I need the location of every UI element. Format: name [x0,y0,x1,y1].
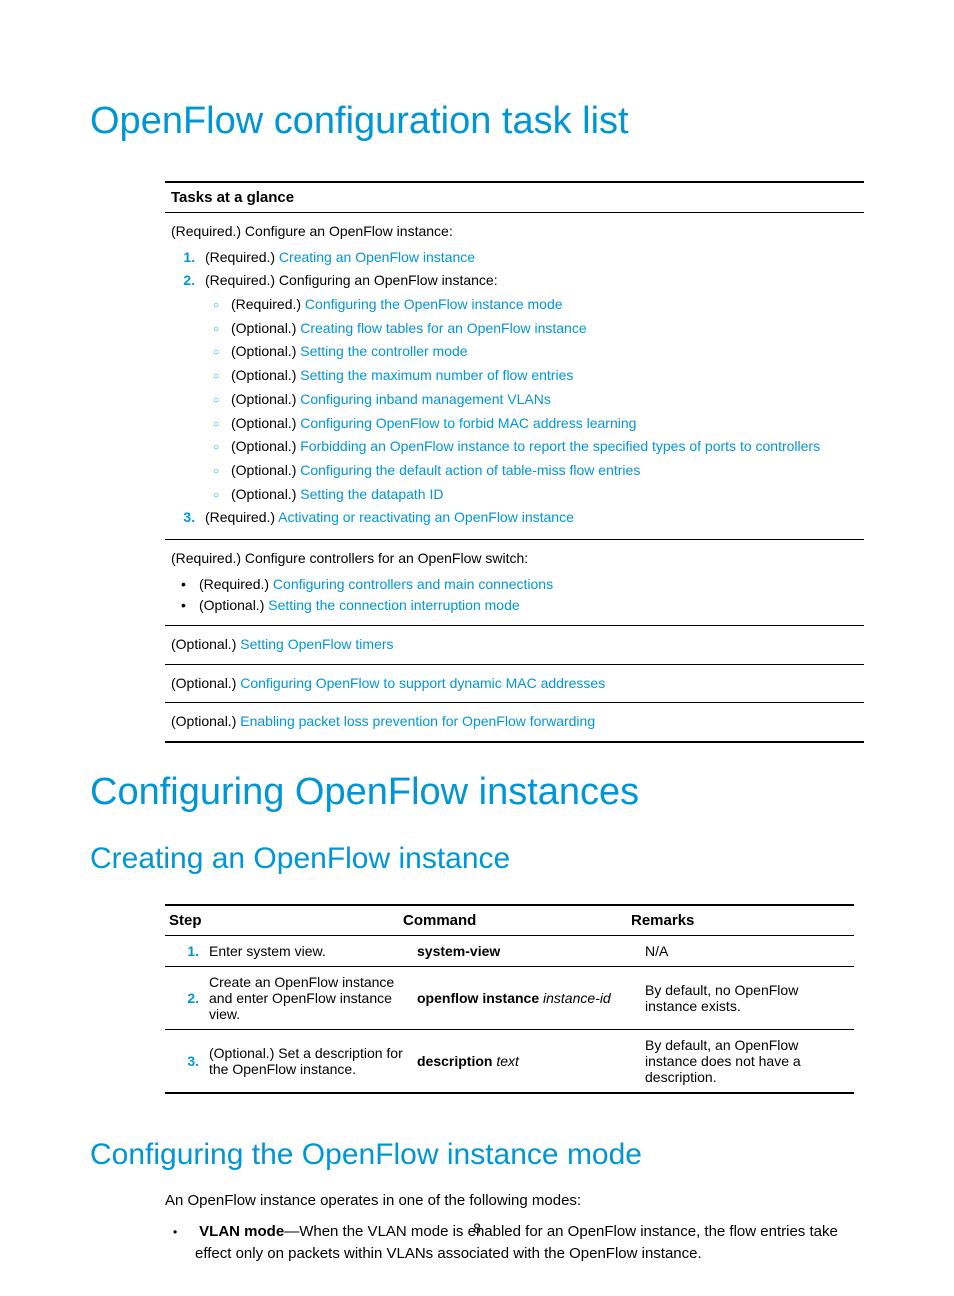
link-max-flow-entries[interactable]: Setting the maximum number of flow entri… [300,367,573,383]
cmd-bold: system-view [417,943,500,959]
task-item-1: (Required.) Creating an OpenFlow instanc… [199,247,858,269]
tasks-row-dynamic-mac: (Optional.) Configuring OpenFlow to supp… [165,665,864,704]
step-number: 2. [165,990,209,1006]
link-create-instance[interactable]: Creating an OpenFlow instance [279,249,475,265]
link-controllers-connections[interactable]: Configuring controllers and main connect… [273,576,553,592]
step-number: 3. [165,1053,209,1069]
link-controller-mode[interactable]: Setting the controller mode [300,343,467,359]
link-openflow-timers[interactable]: Setting OpenFlow timers [240,636,393,652]
step-text: Create an OpenFlow instance and enter Op… [209,974,417,1022]
controller-item-b: (Optional.) Setting the connection inter… [199,595,858,617]
link-dynamic-mac[interactable]: Configuring OpenFlow to support dynamic … [240,675,605,691]
link-forbid-report-ports[interactable]: Forbidding an OpenFlow instance to repor… [300,438,820,454]
subtask-h: (Optional.) Configuring the default acti… [231,460,858,482]
subtask-c: (Optional.) Setting the controller mode [231,341,858,363]
step-text: Enter system view. [209,943,417,959]
tasks-row-configure-controllers: (Required.) Configure controllers for an… [165,540,864,626]
subtask-b: (Optional.) Creating flow tables for an … [231,318,858,340]
tasks-table: Tasks at a glance (Required.) Configure … [165,181,864,743]
cmd-arg: text [496,1053,519,1069]
step-command: system-view [417,943,645,959]
tasks-row-packet-loss: (Optional.) Enabling packet loss prevent… [165,703,864,741]
step-command: openflow instance instance-id [417,990,645,1006]
body-intro: An OpenFlow instance operates in one of … [165,1190,864,1213]
prefix: (Optional.) [171,636,240,652]
text: (Required.) Configuring an OpenFlow inst… [205,272,498,288]
prefix: (Required.) [205,509,278,525]
row-intro: (Required.) Configure an OpenFlow instan… [171,221,858,243]
link-datapath-id[interactable]: Setting the datapath ID [300,486,443,502]
prefix: (Required.) [199,576,273,592]
cmd-bold: openflow instance [417,990,543,1006]
subtask-a: (Required.) Configuring the OpenFlow ins… [231,294,858,316]
link-packet-loss-prevention[interactable]: Enabling packet loss prevention for Open… [240,713,595,729]
task-item-3: (Required.) Activating or reactivating a… [199,507,858,529]
subtask-d: (Optional.) Setting the maximum number o… [231,365,858,387]
subtask-f: (Optional.) Configuring OpenFlow to forb… [231,413,858,435]
steps-table: Step Command Remarks 1. Enter system vie… [165,904,854,1094]
prefix: (Required.) [231,296,305,312]
prefix: (Optional.) [231,391,300,407]
prefix: (Optional.) [231,438,300,454]
heading-configuring-instances: Configuring OpenFlow instances [90,771,864,814]
prefix: (Optional.) [199,597,268,613]
task-item-2: (Required.) Configuring an OpenFlow inst… [199,270,858,505]
step-number: 1. [165,943,209,959]
prefix: (Optional.) [171,713,240,729]
steps-header-row: Step Command Remarks [165,906,854,936]
prefix: (Optional.) [231,462,300,478]
prefix: (Optional.) [231,367,300,383]
step-remarks: By default, no OpenFlow instance exists. [645,982,854,1014]
link-instance-mode[interactable]: Configuring the OpenFlow instance mode [305,296,563,312]
subtask-e: (Optional.) Configuring inband managemen… [231,389,858,411]
heading-task-list: OpenFlow configuration task list [90,100,864,143]
link-inband-vlans[interactable]: Configuring inband management VLANs [300,391,551,407]
step-remarks: N/A [645,943,854,959]
col-command-header: Command [403,912,631,929]
tasks-row-timers: (Optional.) Setting OpenFlow timers [165,626,864,665]
step-command: description text [417,1053,645,1069]
step-text: (Optional.) Set a description for the Op… [209,1045,417,1077]
link-activate-instance[interactable]: Activating or reactivating an OpenFlow i… [278,509,574,525]
col-step-header: Step [165,912,403,929]
link-connection-interruption[interactable]: Setting the connection interruption mode [268,597,519,613]
prefix: (Optional.) [231,415,300,431]
link-flow-tables[interactable]: Creating flow tables for an OpenFlow ins… [300,320,586,336]
heading-instance-mode: Configuring the OpenFlow instance mode [90,1138,864,1172]
heading-creating-instance: Creating an OpenFlow instance [90,842,864,876]
prefix: (Optional.) [231,320,300,336]
link-forbid-mac[interactable]: Configuring OpenFlow to forbid MAC addre… [300,415,636,431]
controller-item-a: (Required.) Configuring controllers and … [199,574,858,596]
prefix: (Optional.) [171,675,240,691]
cmd-arg: instance-id [543,990,611,1006]
subtask-g: (Optional.) Forbidding an OpenFlow insta… [231,436,858,458]
col-remarks-header: Remarks [631,912,854,929]
step-row-2: 2. Create an OpenFlow instance and enter… [165,967,854,1030]
step-remarks: By default, an OpenFlow instance does no… [645,1037,854,1085]
link-table-miss[interactable]: Configuring the default action of table-… [300,462,640,478]
prefix: (Optional.) [231,486,300,502]
tasks-row-configure-instance: (Required.) Configure an OpenFlow instan… [165,213,864,540]
subtask-i: (Optional.) Setting the datapath ID [231,484,858,506]
step-row-1: 1. Enter system view. system-view N/A [165,936,854,967]
tasks-header-cell: Tasks at a glance [165,183,864,213]
prefix: (Optional.) [231,343,300,359]
row-intro: (Required.) Configure controllers for an… [171,548,858,570]
page-number: 8 [0,1220,954,1236]
prefix: (Required.) [205,249,279,265]
step-row-3: 3. (Optional.) Set a description for the… [165,1030,854,1092]
cmd-bold: description [417,1053,496,1069]
